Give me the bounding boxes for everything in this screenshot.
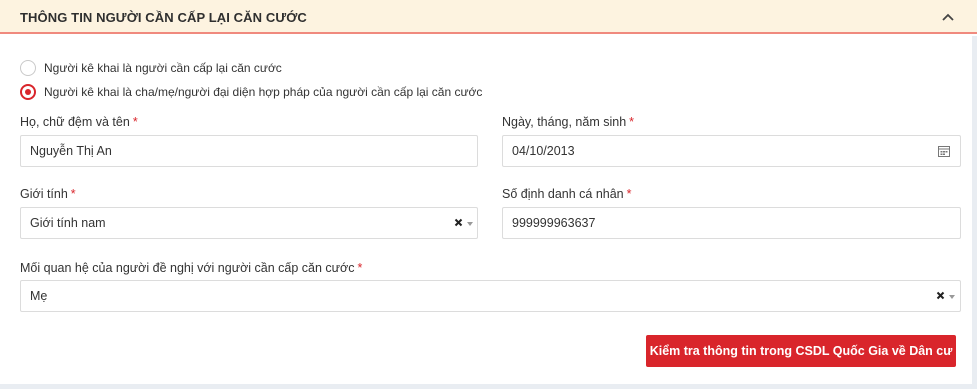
check-population-db-button[interactable]: Kiểm tra thông tin trong CSDL Quốc Gia v…: [646, 335, 956, 367]
full-name-input[interactable]: Nguyễn Thị An: [20, 135, 478, 167]
label-text: Số định danh cá nhân: [502, 187, 624, 201]
panel-header[interactable]: THÔNG TIN NGƯỜI CẦN CẤP LẠI CĂN CƯỚC: [0, 0, 977, 34]
label-text: Giới tính: [20, 187, 68, 201]
caret-down-icon[interactable]: [467, 222, 473, 226]
calendar-icon[interactable]: [938, 145, 950, 157]
birth-date-input[interactable]: 04/10/2013: [502, 135, 961, 167]
label-text: Mối quan hệ của người đề nghị với người …: [20, 261, 355, 275]
relationship-label: Mối quan hệ của người đề nghị với người …: [20, 261, 362, 275]
select-value: Mẹ: [30, 289, 48, 303]
radio-button-checked[interactable]: [20, 84, 36, 100]
required-mark: *: [70, 187, 76, 201]
relationship-select[interactable]: Mẹ: [20, 280, 961, 312]
caret-down-icon[interactable]: [949, 295, 955, 299]
select-value: Giới tính nam: [30, 216, 106, 230]
input-value: 999999963637: [512, 216, 596, 230]
required-mark: *: [629, 115, 635, 129]
close-icon[interactable]: [454, 218, 463, 227]
panel-title: THÔNG TIN NGƯỜI CẦN CẤP LẠI CĂN CƯỚC: [20, 10, 307, 25]
radio-button[interactable]: [20, 60, 36, 76]
required-mark: *: [132, 115, 138, 129]
personal-id-label: Số định danh cá nhân *: [502, 187, 632, 201]
radio-label: Người kê khai là người cần cấp lại căn c…: [44, 61, 282, 75]
label-text: Ngày, tháng, năm sinh: [502, 115, 627, 129]
full-name-label: Họ, chữ đệm và tên *: [20, 115, 138, 129]
required-mark: *: [626, 187, 632, 201]
label-text: Họ, chữ đệm và tên: [20, 115, 130, 129]
input-value: Nguyễn Thị An: [30, 144, 112, 158]
input-value: 04/10/2013: [512, 144, 575, 158]
radio-self-declarant[interactable]: Người kê khai là người cần cấp lại căn c…: [20, 58, 282, 78]
radio-guardian-declarant[interactable]: Người kê khai là cha/mẹ/người đại diện h…: [20, 82, 482, 102]
birth-date-label: Ngày, tháng, năm sinh *: [502, 115, 634, 129]
chevron-up-icon[interactable]: [940, 10, 956, 24]
person-info-panel: THÔNG TIN NGƯỜI CẦN CẤP LẠI CĂN CƯỚC Ngư…: [0, 0, 977, 389]
gender-label: Giới tính *: [20, 187, 76, 201]
close-icon[interactable]: [936, 291, 945, 300]
gender-select[interactable]: Giới tính nam: [20, 207, 478, 239]
panel-bottom-edge: [0, 384, 977, 389]
radio-label: Người kê khai là cha/mẹ/người đại diện h…: [44, 85, 483, 99]
personal-id-input[interactable]: 999999963637: [502, 207, 961, 239]
scroll-gutter: [972, 36, 977, 389]
required-mark: *: [357, 261, 363, 275]
